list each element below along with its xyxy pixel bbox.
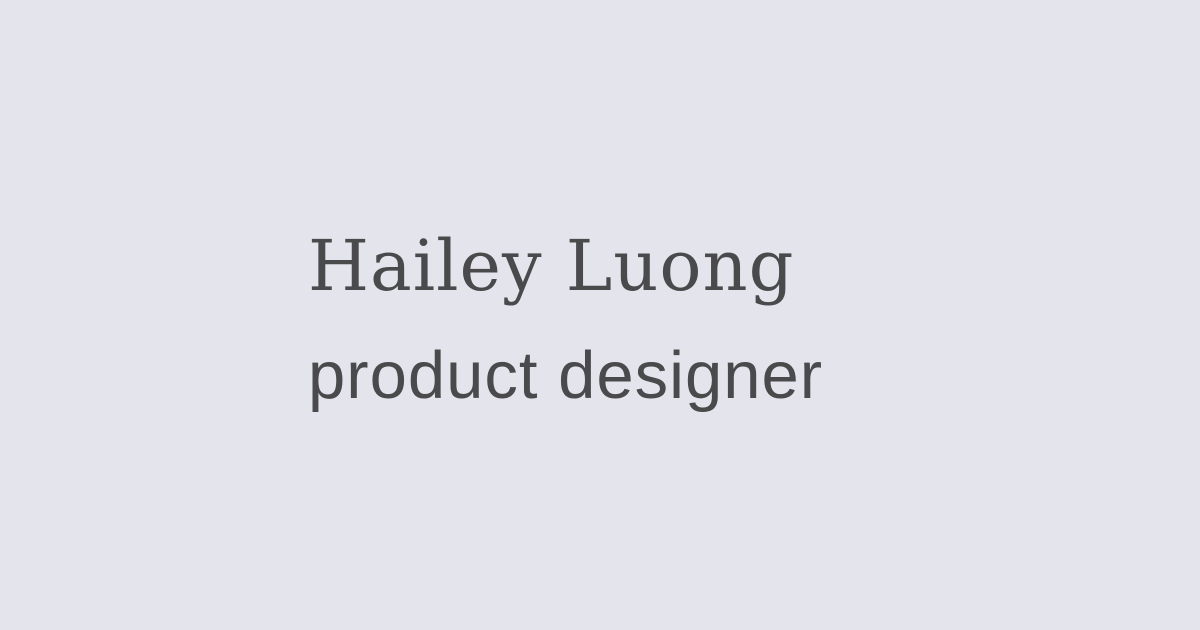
social-card: Hailey Luong product designer [0, 0, 1200, 630]
job-title: product designer [308, 338, 824, 413]
person-name: Hailey Luong [308, 225, 795, 307]
